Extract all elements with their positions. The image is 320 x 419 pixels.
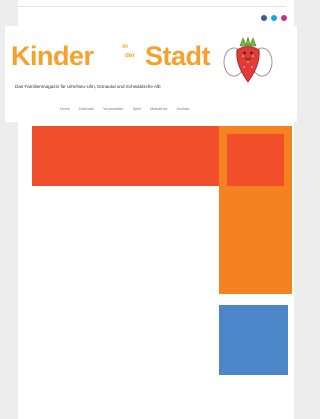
instagram-icon[interactable] — [281, 15, 287, 21]
nav-item-kontakt[interactable]: Kontakt — [177, 107, 190, 111]
logo-text-in-der: in der — [110, 42, 140, 60]
content-tile-red[interactable] — [32, 126, 219, 186]
content-tile-blue[interactable] — [219, 305, 288, 375]
strawberry-angel-mascot-icon — [223, 36, 273, 83]
content-tile-red-small[interactable] — [227, 134, 284, 186]
logo-text-stadt[interactable]: Stadt — [145, 43, 211, 70]
social-links — [261, 15, 287, 21]
nav-item-veranstalter[interactable]: Veranstalter — [103, 107, 123, 111]
facebook-icon[interactable] — [261, 15, 267, 21]
nav-item-mediathek[interactable]: Mediathek — [150, 107, 167, 111]
twitter-icon[interactable] — [271, 15, 277, 21]
top-divider — [18, 6, 286, 7]
logo-text-kinder[interactable]: Kinder — [11, 43, 94, 70]
nav-item-spiel[interactable]: Spiel — [133, 107, 142, 111]
main-navigation: Home Kalender Veranstalter Spiel Mediath… — [60, 107, 189, 111]
logo-text-in: in — [122, 43, 128, 50]
nav-item-kalender[interactable]: Kalender — [79, 107, 94, 111]
site-header: Kinder in der Stadt Das Familienmagazin … — [5, 26, 297, 122]
logo-text-der: der — [124, 52, 136, 59]
site-tagline: Das Familienmagazin für Ulm/Neu-Ulm, Don… — [15, 84, 161, 89]
nav-item-home[interactable]: Home — [60, 107, 70, 111]
